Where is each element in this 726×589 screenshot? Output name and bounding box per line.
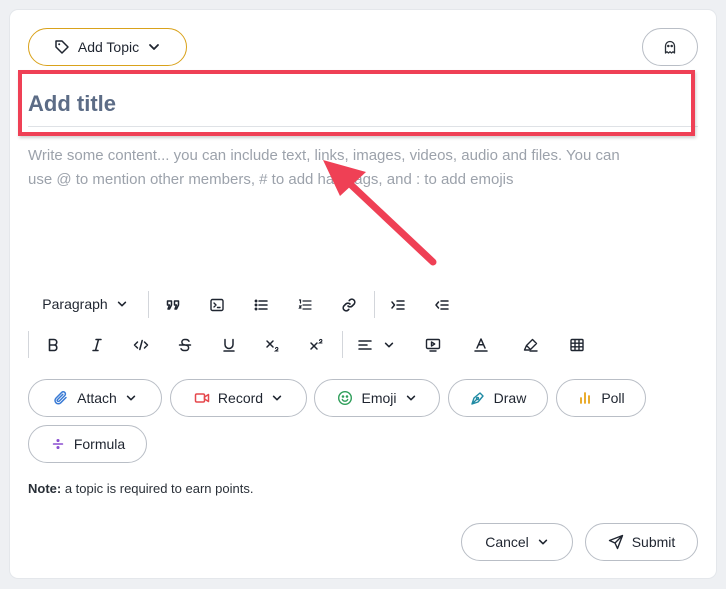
toolbar-separator — [148, 291, 149, 318]
quote-icon[interactable] — [160, 292, 186, 318]
underline-icon[interactable] — [216, 332, 242, 358]
toolbar-separator — [342, 331, 343, 358]
bullet-list-icon[interactable] — [248, 292, 274, 318]
chevron-down-icon — [125, 392, 137, 404]
content-placeholder-line-1: Write some content... you can include te… — [28, 147, 620, 164]
embed-video-icon[interactable] — [420, 332, 446, 358]
chevron-down-icon — [383, 339, 395, 351]
pen-nib-icon — [470, 390, 486, 406]
strikethrough-icon[interactable] — [172, 332, 198, 358]
title-input[interactable] — [28, 88, 696, 120]
indent-icon[interactable] — [385, 292, 411, 318]
smiley-icon — [337, 390, 353, 406]
highlight-icon[interactable] — [518, 332, 544, 358]
chevron-down-icon — [147, 40, 161, 54]
align-dropdown[interactable] — [352, 332, 400, 358]
add-topic-label: Add Topic — [77, 39, 140, 55]
attach-label: Attach — [77, 390, 117, 406]
outdent-icon[interactable] — [429, 292, 455, 318]
cancel-label: Cancel — [485, 534, 529, 550]
poll-button[interactable]: Poll — [556, 379, 646, 417]
table-icon[interactable] — [564, 332, 590, 358]
align-icon — [357, 337, 373, 353]
emoji-button[interactable]: Emoji — [314, 379, 440, 417]
record-label: Record — [217, 390, 264, 406]
cancel-button[interactable]: Cancel — [461, 523, 573, 561]
record-button[interactable]: Record — [170, 379, 307, 417]
draw-label: Draw — [493, 390, 527, 406]
subscript-icon[interactable] — [260, 332, 286, 358]
paragraph-label: Paragraph — [42, 296, 108, 312]
note-text: a topic is required to earn points. — [61, 481, 254, 496]
divide-icon — [50, 436, 66, 452]
poll-label: Poll — [601, 390, 625, 406]
tag-icon — [54, 39, 70, 55]
chevron-down-icon — [271, 392, 283, 404]
ghost-icon — [662, 39, 678, 55]
formula-label: Formula — [73, 436, 126, 452]
topic-required-note: Note: a topic is required to earn points… — [28, 481, 253, 496]
send-icon — [608, 534, 624, 550]
attach-button[interactable]: Attach — [28, 379, 162, 417]
emoji-label: Emoji — [361, 390, 397, 406]
note-prefix: Note: — [28, 481, 62, 496]
add-topic-button[interactable]: Add Topic — [28, 28, 187, 66]
paperclip-icon — [53, 390, 69, 406]
chevron-down-icon — [405, 392, 417, 404]
code-block-icon[interactable] — [204, 292, 230, 318]
formula-button[interactable]: Formula — [28, 425, 147, 463]
chevron-down-icon — [537, 536, 549, 548]
draw-button[interactable]: Draw — [448, 379, 548, 417]
toolbar-separator — [374, 291, 375, 318]
submit-label: Submit — [631, 534, 676, 550]
content-placeholder-line-2: use @ to mention other members, # to add… — [28, 171, 514, 188]
title-divider — [28, 126, 698, 127]
text-color-icon[interactable] — [468, 332, 494, 358]
italic-icon[interactable] — [84, 332, 110, 358]
superscript-icon[interactable] — [304, 332, 330, 358]
paragraph-style-dropdown[interactable]: Paragraph — [32, 290, 138, 318]
bar-chart-icon — [577, 390, 593, 406]
video-camera-icon — [194, 390, 210, 406]
numbered-list-icon[interactable] — [292, 292, 318, 318]
submit-button[interactable]: Submit — [585, 523, 698, 561]
link-icon[interactable] — [336, 292, 362, 318]
bold-icon[interactable] — [40, 332, 66, 358]
chevron-down-icon — [116, 298, 128, 310]
anonymous-post-button[interactable] — [642, 28, 698, 66]
inline-code-icon[interactable] — [128, 332, 154, 358]
toolbar-separator — [28, 331, 29, 358]
content-editor[interactable]: Write some content... you can include te… — [28, 144, 698, 192]
